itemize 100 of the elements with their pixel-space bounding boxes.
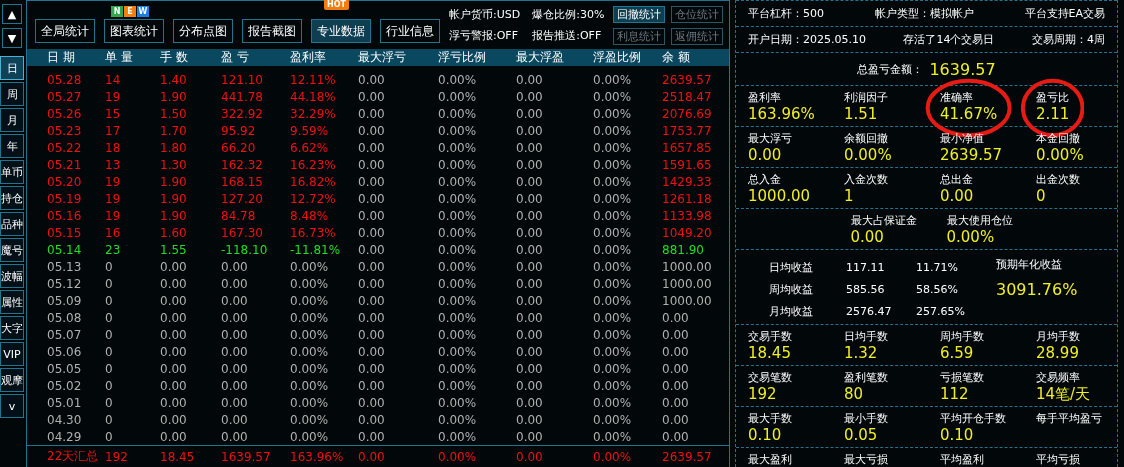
account-detail: 平台支持EA交易 <box>1024 6 1105 22</box>
table-cell-text: 0.00% <box>438 429 478 444</box>
table-cell-text: 0.00 <box>358 208 386 223</box>
total-cell-text: 0.00% <box>593 449 633 464</box>
table-cell-text: 0.00% <box>593 344 633 359</box>
toolbar-button[interactable]: 报告截图 <box>242 19 302 43</box>
side-tab[interactable]: 魔号 <box>0 238 24 262</box>
metric-value: 0.00 <box>940 187 974 205</box>
side-tab[interactable]: 单币 <box>0 160 24 184</box>
table-cell-text: 1.40 <box>160 72 188 87</box>
metric-label: 日均手数 <box>844 329 888 344</box>
table-cell-text: 0.00% <box>593 157 633 172</box>
table-cell-text: 16 <box>105 225 122 240</box>
toolbar-button[interactable]: 专业数据 <box>311 19 371 43</box>
toolbar-button[interactable]: 行业信息 <box>380 19 440 43</box>
annual-value: 3091.76% <box>996 280 1078 299</box>
table-cell-text: 0.00% <box>290 429 330 444</box>
side-tab[interactable]: 持仓 <box>0 186 24 210</box>
metric-label: 平均亏损 <box>1036 452 1080 467</box>
side-tab[interactable]: v <box>0 394 24 418</box>
account-detail: 平台杠杆：500 <box>748 6 824 22</box>
side-tab[interactable]: 月 <box>0 108 24 132</box>
column-header: 手 数 <box>160 49 189 66</box>
table-cell-text: 05.12 <box>47 276 83 291</box>
table-cell-text: 1.30 <box>160 157 188 172</box>
new-badge-letter: E <box>124 6 136 17</box>
table-cell-text: 05.23 <box>47 123 83 138</box>
total-cell-text: 0.00 <box>358 449 386 464</box>
table-cell-text: 9.59% <box>290 123 330 138</box>
annual-label: 预期年化收益 <box>996 257 1062 272</box>
table-cell-text: 0.00 <box>358 378 386 393</box>
table-cell-text: 0.00 <box>358 157 386 172</box>
side-tab[interactable]: 周 <box>0 82 24 106</box>
table-cell-text: 0.00% <box>593 327 633 342</box>
table-cell-text: 0.00 <box>516 123 544 138</box>
earning-percent: 11.71% <box>916 260 959 274</box>
table-cell-text: 19 <box>105 208 122 223</box>
table-cell-text: 0 <box>105 259 114 274</box>
table-cell-text: 0.00% <box>593 123 633 138</box>
column-header: 余 额 <box>662 49 691 66</box>
table-cell-text: 0.00% <box>438 157 478 172</box>
side-tab[interactable]: 波幅 <box>0 264 24 288</box>
table-cell-text: 1.90 <box>160 191 188 206</box>
table-cell-text: 17 <box>105 123 122 138</box>
earning-label: 周均收益 <box>768 281 814 297</box>
table-cell-text: 18 <box>105 140 122 155</box>
table-cell-text: 04.29 <box>47 429 83 444</box>
table-cell-text: 0.00 <box>662 429 690 444</box>
metric-label: 入金次数 <box>844 172 888 187</box>
account-info: 报告推送:OFF <box>532 28 603 43</box>
table-cell-text: 0.00 <box>160 276 188 291</box>
table-cell-text: 14 <box>105 72 122 87</box>
table-cell-text: 0.00 <box>516 429 544 444</box>
toolbar-button[interactable]: 图表统计 <box>104 19 164 43</box>
table-cell-text: 0.00% <box>438 225 478 240</box>
metric-label: 交易频率 <box>1036 370 1080 385</box>
side-tab[interactable]: 属性 <box>0 290 24 314</box>
table-cell-text: 322.92 <box>221 106 264 121</box>
table-cell-text: 23 <box>105 242 122 257</box>
side-tab[interactable]: 日 <box>0 56 24 80</box>
table-cell-text: 121.10 <box>221 72 264 87</box>
table-cell-text: 0.00 <box>516 225 544 240</box>
scroll-up-button[interactable]: ▲ <box>2 4 22 24</box>
table-cell-text: 13 <box>105 157 122 172</box>
table-cell-text: 0.00% <box>438 123 478 138</box>
metric-label: 最大手数 <box>748 411 792 426</box>
metric-label: 利润因子 <box>844 90 888 105</box>
side-tab[interactable]: 年 <box>0 134 24 158</box>
column-header: 最大浮亏 <box>358 49 407 66</box>
total-cell-text: 0.00% <box>438 449 478 464</box>
table-cell-text: 0.00 <box>662 378 690 393</box>
metric-value: 1.51 <box>844 105 878 123</box>
table-cell-text: 0.00% <box>438 276 478 291</box>
account-info: 帐户货币:USD <box>449 7 521 22</box>
metric-value: 0.00% <box>844 146 892 164</box>
table-cell-text: 0.00 <box>221 327 249 342</box>
table-cell-text: 32.29% <box>290 106 337 121</box>
toolbar-button[interactable]: 全局统计 <box>35 19 95 43</box>
metric-label: 最大占保证金 <box>850 213 917 228</box>
side-tab[interactable]: 品种 <box>0 212 24 236</box>
table-cell-text: 0.00 <box>516 89 544 104</box>
side-tab[interactable]: 大字 <box>0 316 24 340</box>
table-cell-text: 19 <box>105 89 122 104</box>
stats-button[interactable]: 回撤统计 <box>613 5 666 23</box>
metric-value: 6.59 <box>940 344 974 362</box>
side-tab[interactable]: 观摩 <box>0 368 24 392</box>
metric-value: 28.99 <box>1036 344 1079 362</box>
table-cell-text: 441.78 <box>221 89 264 104</box>
table-cell-text: 0.00% <box>593 293 633 308</box>
table-cell-text: 0.00 <box>160 293 188 308</box>
table-cell-text: 0.00 <box>160 310 188 325</box>
table-cell-text: 0.00 <box>358 310 386 325</box>
side-tab[interactable]: VIP <box>0 342 24 366</box>
table-cell-text: 0.00 <box>221 259 249 274</box>
toolbar-button[interactable]: 分布点图 <box>173 19 233 43</box>
scroll-down-button[interactable]: ▼ <box>2 28 22 48</box>
column-header: 盈利率 <box>290 49 327 66</box>
table-cell-text: 167.30 <box>221 225 264 240</box>
table-cell-text: 05.09 <box>47 293 83 308</box>
hot-badge: HOT <box>324 0 349 10</box>
